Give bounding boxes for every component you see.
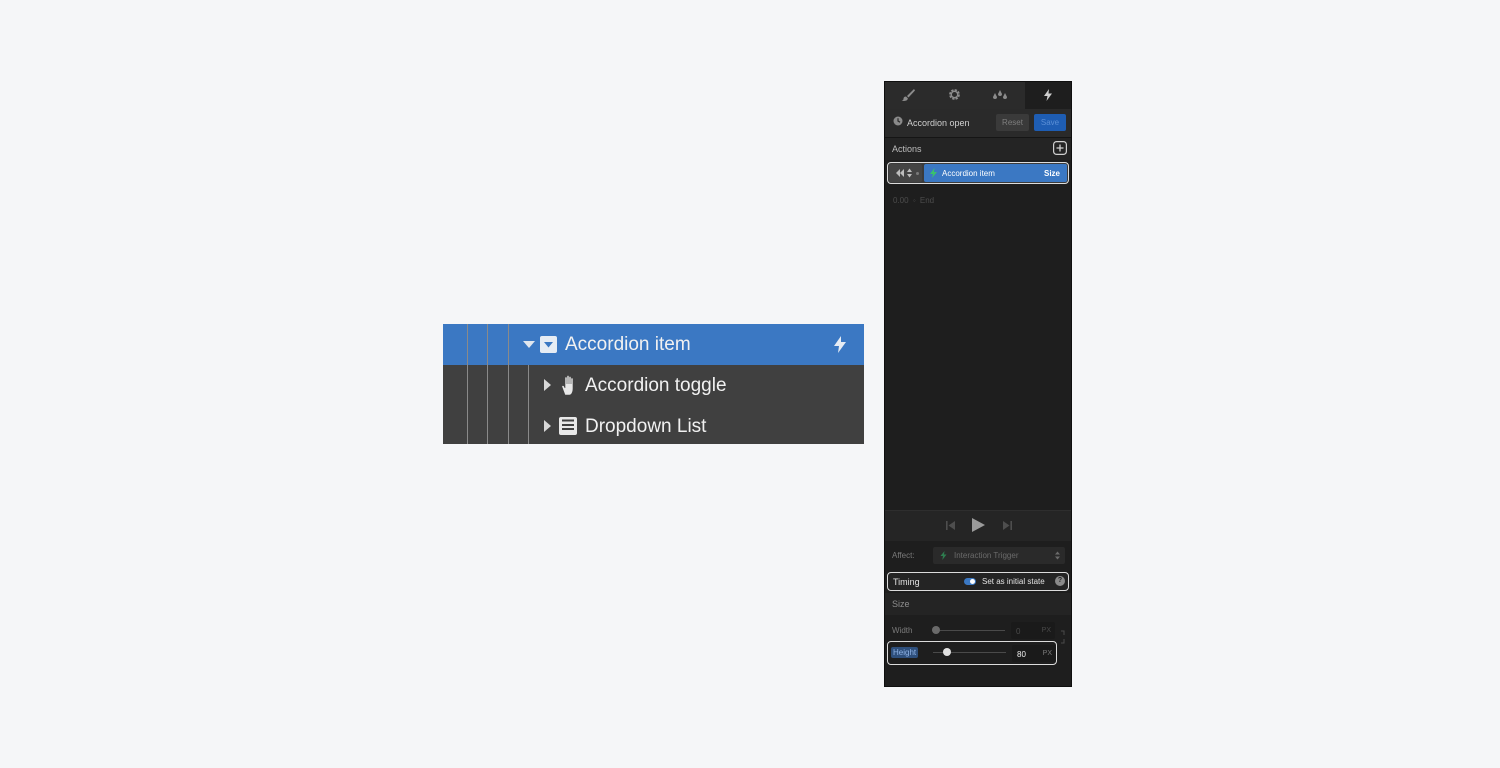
action-item[interactable]: Accordion item Size: [887, 162, 1069, 184]
reset-button[interactable]: Reset: [996, 114, 1029, 131]
brush-icon: [901, 88, 915, 103]
play-icon[interactable]: [972, 518, 985, 534]
panel-tabs: [885, 82, 1071, 109]
size-title: Size: [892, 599, 910, 609]
action-bar[interactable]: Accordion item Size: [924, 164, 1067, 182]
nav-item-label: Accordion item: [565, 334, 691, 355]
skip-back-icon[interactable]: [946, 521, 956, 532]
tab-style[interactable]: [885, 82, 931, 109]
height-value: 80: [1017, 650, 1026, 659]
link-icon[interactable]: [1060, 630, 1066, 646]
trigger-name: Accordion open: [907, 118, 970, 128]
action-target: Accordion item: [942, 169, 995, 178]
navigator-panel: Accordion item Accordion toggle Dropdown…: [443, 324, 864, 444]
stepper-arrows-icon: [907, 168, 912, 180]
timeline-separator: ◦: [912, 196, 916, 205]
clock-icon: [893, 116, 903, 128]
tab-settings[interactable]: [931, 82, 977, 109]
lightning-badge-icon: [929, 168, 938, 180]
plus-square-icon[interactable]: [1053, 141, 1068, 157]
nav-item-accordion-item[interactable]: Accordion item: [443, 324, 864, 365]
timing-row: Timing Set as initial state ?: [887, 572, 1069, 591]
tree-guide-line: [487, 324, 488, 444]
width-input[interactable]: 0 PX: [1011, 622, 1055, 639]
height-label[interactable]: Height: [891, 647, 919, 658]
hand-pointer-icon: [559, 375, 579, 401]
interactions-panel: Accordion open Reset Save Actions Accord…: [884, 81, 1072, 687]
expand-caret-icon[interactable]: [544, 379, 551, 391]
trigger-bar: Accordion open Reset Save: [885, 109, 1071, 138]
height-input[interactable]: 80 PX: [1012, 645, 1056, 662]
dropdown-element-icon: [540, 336, 557, 358]
affect-label: Affect:: [892, 551, 915, 560]
dot-icon: [916, 172, 919, 175]
playback-controls: [885, 510, 1071, 541]
help-icon[interactable]: ?: [1055, 576, 1065, 586]
affect-value: Interaction Trigger: [954, 551, 1019, 560]
tree-guide-line: [508, 324, 509, 444]
height-unit: PX: [1042, 650, 1052, 657]
actions-title: Actions: [892, 144, 922, 154]
collapse-caret-icon[interactable]: [523, 341, 535, 348]
tab-interactions[interactable]: [1025, 82, 1071, 109]
nav-item-dropdown-list[interactable]: Dropdown List: [443, 406, 864, 444]
lightning-icon: [1043, 88, 1053, 103]
tab-style-manager[interactable]: [977, 82, 1023, 109]
affect-select[interactable]: Interaction Trigger: [933, 547, 1065, 564]
dropdown-list-icon: [559, 417, 577, 440]
droplets-icon: [992, 89, 1008, 103]
tree-guide-line: [467, 324, 468, 444]
timeline-markers: 0.00 ◦ End: [893, 196, 934, 205]
tree-guide-line: [528, 365, 529, 444]
nav-item-label: Dropdown List: [585, 416, 707, 437]
width-slider-track[interactable]: [932, 630, 1005, 631]
height-slider-knob[interactable]: [943, 648, 951, 656]
initial-state-toggle[interactable]: [964, 578, 976, 585]
size-header: Size: [885, 593, 1071, 615]
timeline-end: End: [919, 196, 935, 205]
width-label: Width: [892, 626, 913, 635]
height-row: Height 80 PX: [887, 641, 1057, 665]
timeline-start: 0.00: [893, 196, 909, 205]
lightning-badge-icon: [940, 551, 947, 562]
gear-icon: [948, 88, 961, 103]
width-unit: PX: [1041, 627, 1051, 634]
rewind-icon: [896, 169, 905, 179]
action-easing-control[interactable]: [889, 164, 922, 182]
actions-header: Actions: [885, 138, 1071, 160]
width-slider-knob[interactable]: [932, 626, 940, 634]
action-property: Size: [1043, 169, 1060, 178]
save-button[interactable]: Save: [1034, 114, 1066, 131]
select-arrows-icon: [1055, 551, 1060, 562]
timing-label: Timing: [893, 577, 920, 587]
skip-forward-icon[interactable]: [1002, 521, 1012, 532]
nav-item-accordion-toggle[interactable]: Accordion toggle: [443, 365, 864, 406]
initial-state-label: Set as initial state: [982, 577, 1045, 586]
lightning-icon[interactable]: [833, 336, 847, 358]
nav-item-label: Accordion toggle: [585, 375, 727, 396]
width-value: 0: [1016, 627, 1021, 636]
expand-caret-icon[interactable]: [544, 420, 551, 432]
